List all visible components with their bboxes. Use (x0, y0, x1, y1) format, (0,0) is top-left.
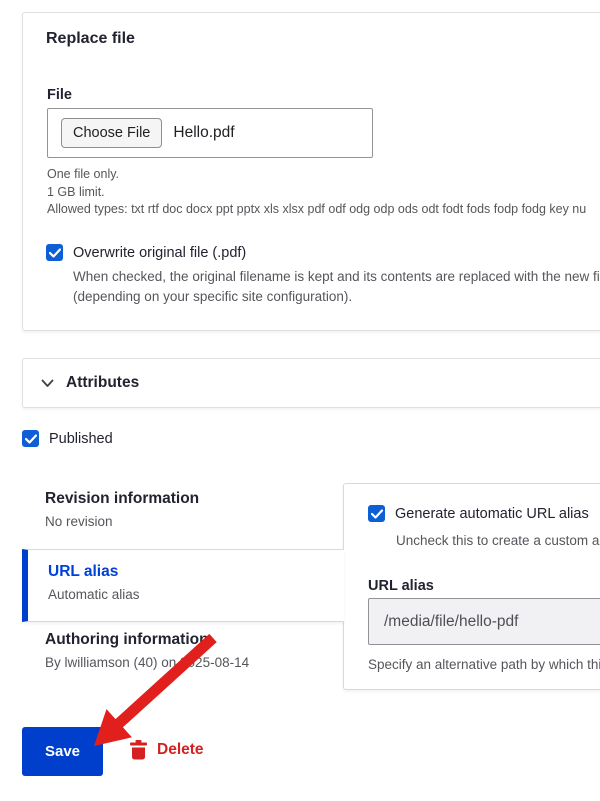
delete-button[interactable]: Delete (129, 739, 204, 760)
save-button[interactable]: Save (22, 727, 103, 776)
tab-url-alias[interactable]: URL alias Automatic alias (22, 549, 344, 622)
check-icon (48, 247, 61, 258)
published-checkbox[interactable] (22, 430, 39, 447)
published-checkbox-label[interactable]: Published (49, 431, 113, 447)
attributes-label: Attributes (66, 374, 140, 391)
file-field-label: File (47, 87, 72, 103)
section-title: Replace file (46, 30, 135, 47)
choose-file-button[interactable]: Choose File (61, 118, 163, 148)
tab-title: Authoring information (45, 631, 209, 648)
generate-alias-checkbox[interactable] (368, 505, 385, 522)
delete-button-label: Delete (157, 740, 204, 758)
generate-alias-checkbox-row: Generate automatic URL alias (368, 505, 589, 522)
overwrite-checkbox[interactable] (46, 244, 63, 261)
overwrite-checkbox-label[interactable]: Overwrite original file (.pdf) (73, 245, 246, 261)
description-line: When checked, the original filename is k… (73, 269, 600, 284)
tab-title: Revision information (45, 490, 200, 507)
selected-filename: Hello.pdf (173, 124, 235, 141)
published-checkbox-row: Published (22, 430, 113, 447)
help-line: One file only. (47, 167, 120, 181)
tab-authoring-information[interactable]: Authoring information By lwilliamson (40… (45, 631, 249, 670)
url-alias-input[interactable] (368, 598, 600, 645)
file-upload-input[interactable]: Choose File Hello.pdf (47, 108, 373, 158)
generate-alias-checkbox-label[interactable]: Generate automatic URL alias (395, 506, 589, 522)
attributes-accordion-header[interactable]: Attributes (22, 358, 600, 408)
description-line: (depending on your specific site configu… (73, 289, 353, 304)
overwrite-checkbox-row: Overwrite original file (.pdf) (46, 244, 246, 261)
replace-file-section: Replace file File Choose File Hello.pdf … (22, 12, 600, 331)
tab-revision-information[interactable]: Revision information No revision (45, 490, 199, 529)
check-icon (370, 508, 383, 519)
url-alias-field-description: Specify an alternative path by which thi… (368, 657, 600, 672)
generate-alias-description: Uncheck this to create a custom alias (396, 533, 600, 548)
tab-title: URL alias (48, 563, 119, 580)
file-field-help: One file only. 1 GB limit. Allowed types… (47, 166, 586, 219)
chevron-down-icon (41, 379, 54, 387)
help-line: Allowed types: txt rtf doc docx ppt pptx… (47, 202, 587, 216)
url-alias-field-label: URL alias (368, 578, 434, 594)
help-line: 1 GB limit. (47, 184, 105, 199)
tab-summary: No revision (45, 514, 113, 529)
trash-icon (130, 740, 147, 760)
tab-summary: By lwilliamson (40) on 2025-08-14 (45, 655, 250, 670)
overwrite-description: When checked, the original filename is k… (73, 267, 600, 307)
tab-summary: Automatic alias (48, 587, 140, 602)
check-icon (24, 433, 37, 444)
